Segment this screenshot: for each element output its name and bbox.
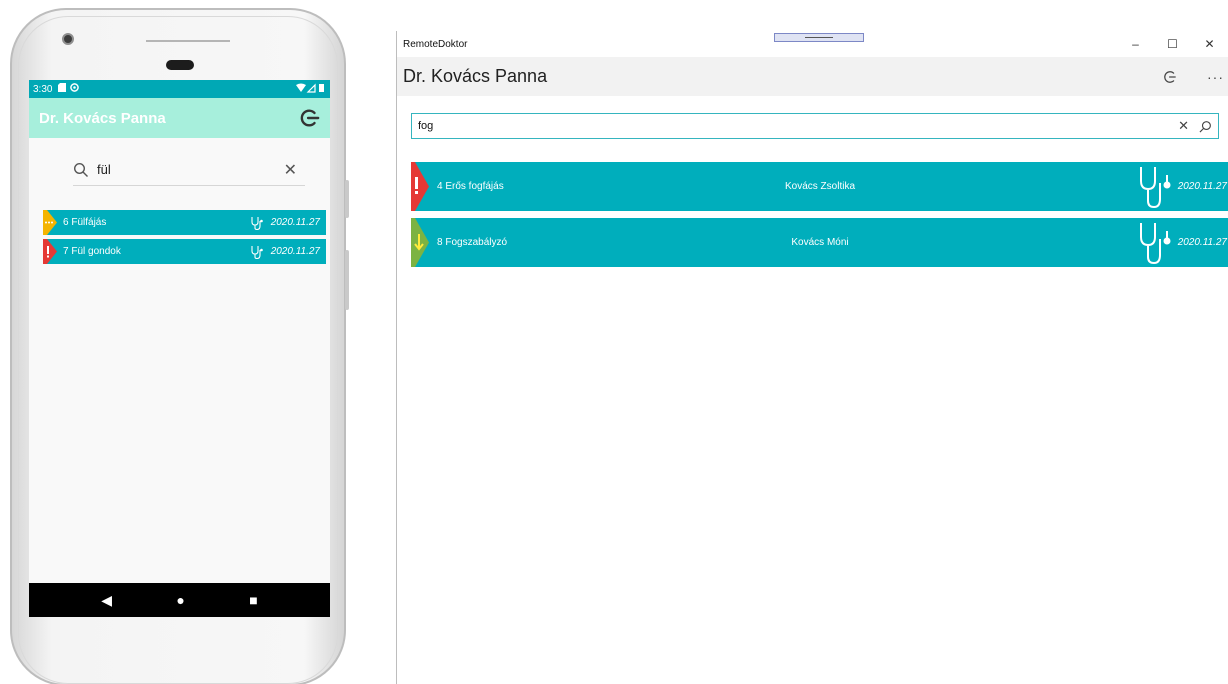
phone-power-button	[345, 250, 349, 310]
page-title: Dr. Kovács Panna	[403, 66, 548, 86]
more-options-button[interactable]: ···	[1207, 69, 1224, 85]
item-label: 8 Fogszabályzó	[437, 237, 508, 248]
mobile-search-input[interactable]	[97, 162, 267, 177]
battery-icon	[319, 83, 324, 92]
search-icon	[73, 162, 88, 177]
speaker-grille	[146, 40, 230, 42]
mobile-search-bar[interactable]: ✕	[73, 154, 305, 186]
list-item[interactable]: 6 Fülfájás 2020.11.27	[43, 210, 326, 235]
minimize-button[interactable]: –	[1117, 37, 1154, 51]
search-icon[interactable]	[1199, 120, 1212, 133]
recent-apps-icon[interactable]: ■	[249, 592, 257, 608]
desktop-ticket-list: 4 Erős fogfájás Kovács Zsoltika 2020.11.…	[411, 162, 1228, 267]
clear-search-icon[interactable]: ✕	[284, 160, 297, 180]
item-label: 4 Erős fogfájás	[437, 181, 504, 192]
screenshot-stage: 3:30 Dr. Kovács Panna fül ✕ 6 Fülfájás 2…	[0, 0, 1228, 684]
command-bar: Dr. Kovács Panna ···	[397, 57, 1228, 96]
list-item[interactable]: 7 Fül gondok 2020.11.27	[43, 239, 326, 264]
home-icon[interactable]: ●	[176, 592, 184, 608]
back-icon[interactable]: ◀	[101, 592, 112, 609]
android-phone-frame: 3:30 Dr. Kovács Panna fül ✕ 6 Fülfájás 2…	[10, 8, 349, 684]
item-date: 2020.11.27	[1177, 237, 1227, 248]
window-title: RemoteDoktor	[403, 38, 468, 50]
priority-low-icon	[411, 218, 429, 267]
mobile-ticket-list: 6 Fülfájás 2020.11.27 7 Fül gondok 2020.…	[29, 210, 330, 264]
stethoscope-icon	[1139, 166, 1171, 208]
stethoscope-icon	[251, 245, 263, 259]
maximize-button[interactable]: ☐	[1154, 37, 1191, 51]
item-label: 6 Fülfájás	[63, 217, 107, 228]
signal-icon	[306, 83, 316, 93]
clear-search-icon[interactable]: ✕	[1178, 118, 1189, 134]
desktop-search-input[interactable]	[418, 120, 1179, 132]
front-camera	[62, 33, 74, 45]
logout-icon[interactable]	[298, 107, 320, 129]
sd-card-icon	[58, 83, 67, 95]
mobile-app-title: Dr. Kovács Panna	[39, 109, 166, 127]
signal-battery-icons	[296, 83, 326, 96]
item-date: 2020.11.27	[270, 246, 320, 257]
logout-icon[interactable]	[1163, 70, 1177, 84]
desktop-search-box[interactable]: ✕	[411, 113, 1219, 139]
close-button[interactable]: ✕	[1191, 37, 1228, 51]
item-date: 2020.11.27	[270, 217, 320, 228]
list-item[interactable]: 8 Fogszabályzó Kovács Móni 2020.11.27	[411, 218, 1228, 267]
drag-handle[interactable]	[774, 33, 864, 42]
sync-icon	[70, 83, 80, 95]
desktop-window: RemoteDoktor – ☐ ✕ Dr. Kovács Panna ··· …	[396, 31, 1228, 684]
list-item[interactable]: 4 Erős fogfájás Kovács Zsoltika 2020.11.…	[411, 162, 1228, 211]
mobile-screen: 3:30 Dr. Kovács Panna fül ✕ 6 Fülfájás 2…	[29, 80, 330, 617]
stethoscope-icon	[1139, 222, 1171, 264]
window-title-bar[interactable]: RemoteDoktor – ☐ ✕	[397, 31, 1228, 57]
stethoscope-icon	[251, 216, 263, 230]
mobile-app-bar: Dr. Kovács Panna	[29, 98, 330, 138]
wifi-icon	[296, 83, 306, 92]
item-label: 7 Fül gondok	[63, 246, 121, 257]
android-nav-bar: ◀ ● ■	[29, 583, 330, 617]
priority-high-icon	[411, 162, 429, 211]
item-date: 2020.11.27	[1177, 181, 1227, 192]
status-time: 3:30	[33, 83, 53, 95]
mobile-status-bar: 3:30	[29, 80, 330, 98]
earpiece	[166, 60, 194, 70]
priority-medium-icon	[43, 210, 57, 235]
phone-volume-button	[345, 180, 349, 218]
priority-high-icon	[43, 239, 57, 264]
